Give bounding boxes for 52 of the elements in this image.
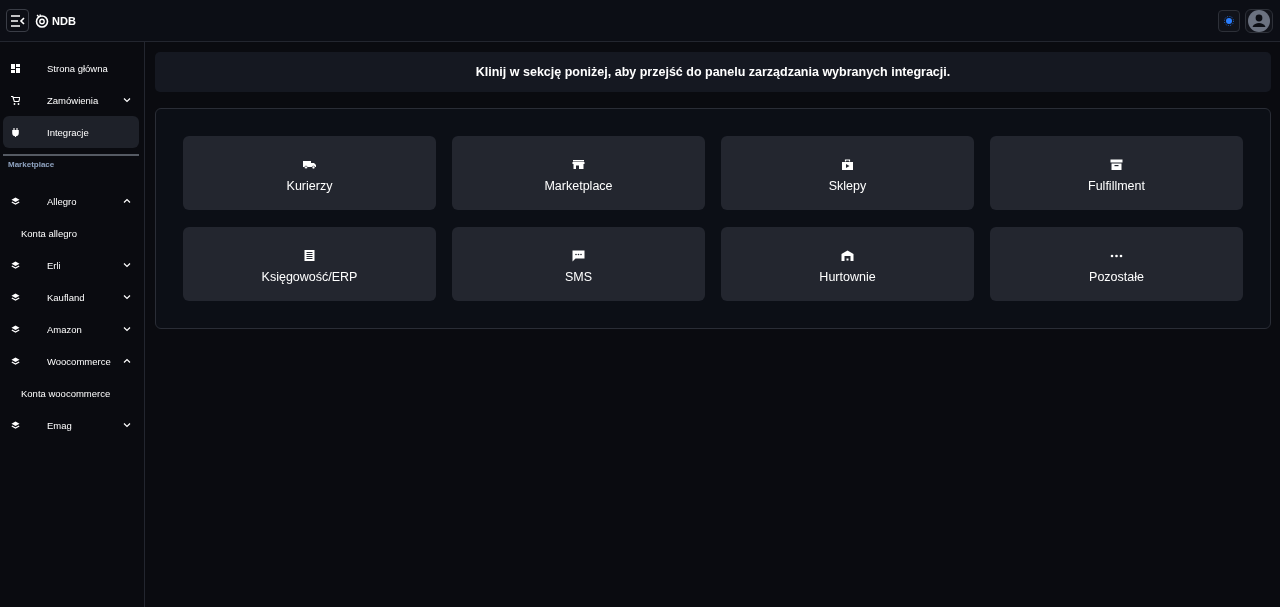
theme-toggle-button[interactable] (1218, 9, 1240, 32)
layers-icon (11, 292, 20, 302)
chevron-down-icon (123, 262, 131, 268)
avatar-button[interactable] (1245, 8, 1273, 33)
layers-icon (11, 420, 20, 430)
cart-icon (11, 95, 20, 105)
sidebar-item[interactable]: Amazon (3, 313, 139, 345)
sidebar-item[interactable]: Emag (3, 409, 139, 441)
chevron-up-icon (123, 358, 131, 364)
sidebar-item[interactable]: Integracje (3, 116, 139, 148)
category-card[interactable]: Hurtownie (721, 227, 974, 301)
logo-icon (35, 13, 49, 28)
shopping-bag-icon (841, 159, 854, 171)
sidebar-subitem[interactable]: Konta woocommerce (3, 377, 139, 409)
warehouse-icon (841, 250, 854, 262)
sidebar-item[interactable]: Kaufland (3, 281, 139, 313)
chevron-down-icon (123, 97, 131, 103)
menu-button[interactable] (6, 9, 29, 32)
info-banner: Klinij w sekcję poniżej, aby przejść do panelu zarządzania wybranych integracji. (155, 52, 1271, 92)
layers-icon (11, 260, 20, 270)
category-card[interactable]: Pozostałe (990, 227, 1243, 301)
avatar-icon (1248, 9, 1270, 32)
storefront-icon (572, 159, 585, 171)
sun-icon (1224, 15, 1234, 26)
layers-icon (11, 356, 20, 366)
sidebar-item[interactable]: Allegro (3, 185, 139, 217)
receipt-icon (303, 250, 316, 262)
category-card[interactable]: Księgowość/ERP (183, 227, 436, 301)
chevron-up-icon (123, 198, 131, 204)
logo-text: NDB (52, 14, 76, 27)
category-card[interactable]: Marketplace (452, 136, 705, 210)
grid-icon (11, 63, 20, 73)
sidebar-item[interactable]: Woocommerce (3, 345, 139, 377)
truck-icon (303, 159, 316, 171)
category-card[interactable]: SMS (452, 227, 705, 301)
layers-icon (11, 196, 20, 206)
archive-box-icon (1110, 159, 1123, 171)
sidebar-subitem[interactable]: Konta allegro (3, 217, 139, 249)
chevron-down-icon (123, 422, 131, 428)
chevron-down-icon (123, 294, 131, 300)
section-title: Marketplace (7, 159, 56, 171)
category-card[interactable]: Fulfillment (990, 136, 1243, 210)
sidebar-item[interactable]: Zamówienia (3, 84, 139, 116)
plug-icon (11, 127, 20, 137)
chevron-down-icon (123, 326, 131, 332)
category-card[interactable]: Sklepy (721, 136, 974, 210)
sidebar-item[interactable]: Erli (3, 249, 139, 281)
category-card[interactable]: Kurierzy (183, 136, 436, 210)
layers-icon (11, 324, 20, 334)
menu-icon (10, 14, 25, 27)
sidebar-item[interactable]: Strona główna (3, 52, 139, 84)
chat-icon (572, 250, 585, 262)
